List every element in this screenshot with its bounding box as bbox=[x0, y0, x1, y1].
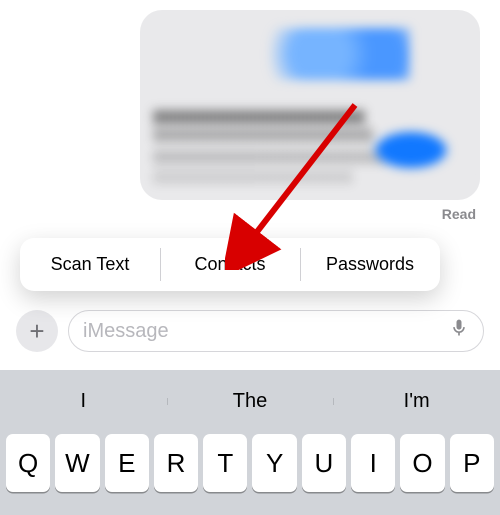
message-input-placeholder: iMessage bbox=[83, 320, 169, 343]
message-input[interactable]: iMessage bbox=[68, 310, 484, 352]
key-i[interactable]: I bbox=[351, 434, 395, 492]
key-e[interactable]: E bbox=[105, 434, 149, 492]
key-r[interactable]: R bbox=[154, 434, 198, 492]
quicktype-suggestion-bar: I The I'm bbox=[0, 376, 500, 426]
sent-message-bubble[interactable] bbox=[140, 10, 480, 200]
key-u[interactable]: U bbox=[302, 434, 346, 492]
add-attachment-button[interactable]: + bbox=[16, 310, 58, 352]
dictation-icon[interactable] bbox=[449, 316, 469, 346]
key-y[interactable]: Y bbox=[252, 434, 296, 492]
menu-item-contacts[interactable]: Contacts bbox=[160, 238, 300, 291]
suggestion-2[interactable]: The bbox=[167, 390, 334, 413]
redacted-content bbox=[154, 150, 384, 164]
redacted-content bbox=[154, 170, 354, 184]
menu-item-scan-text[interactable]: Scan Text bbox=[20, 238, 160, 291]
redacted-content bbox=[356, 122, 466, 178]
suggestion-1[interactable]: I bbox=[0, 390, 167, 413]
plus-icon: + bbox=[29, 318, 44, 344]
conversation-area bbox=[0, 0, 500, 200]
key-q[interactable]: Q bbox=[6, 434, 50, 492]
menu-item-passwords[interactable]: Passwords bbox=[300, 238, 440, 291]
suggestion-3[interactable]: I'm bbox=[333, 390, 500, 413]
redacted-content bbox=[154, 110, 364, 124]
key-w[interactable]: W bbox=[55, 434, 99, 492]
redacted-content bbox=[154, 128, 374, 142]
key-t[interactable]: T bbox=[203, 434, 247, 492]
compose-bar: + iMessage bbox=[0, 310, 500, 352]
read-receipt: Read bbox=[0, 200, 500, 230]
key-o[interactable]: O bbox=[400, 434, 444, 492]
keyboard-row-1: Q W E R T Y U I O P bbox=[0, 426, 500, 492]
key-p[interactable]: P bbox=[450, 434, 494, 492]
software-keyboard: I The I'm Q W E R T Y U I O P bbox=[0, 370, 500, 515]
input-context-menu: Scan Text Contacts Passwords bbox=[20, 238, 440, 291]
redacted-content bbox=[270, 28, 410, 80]
